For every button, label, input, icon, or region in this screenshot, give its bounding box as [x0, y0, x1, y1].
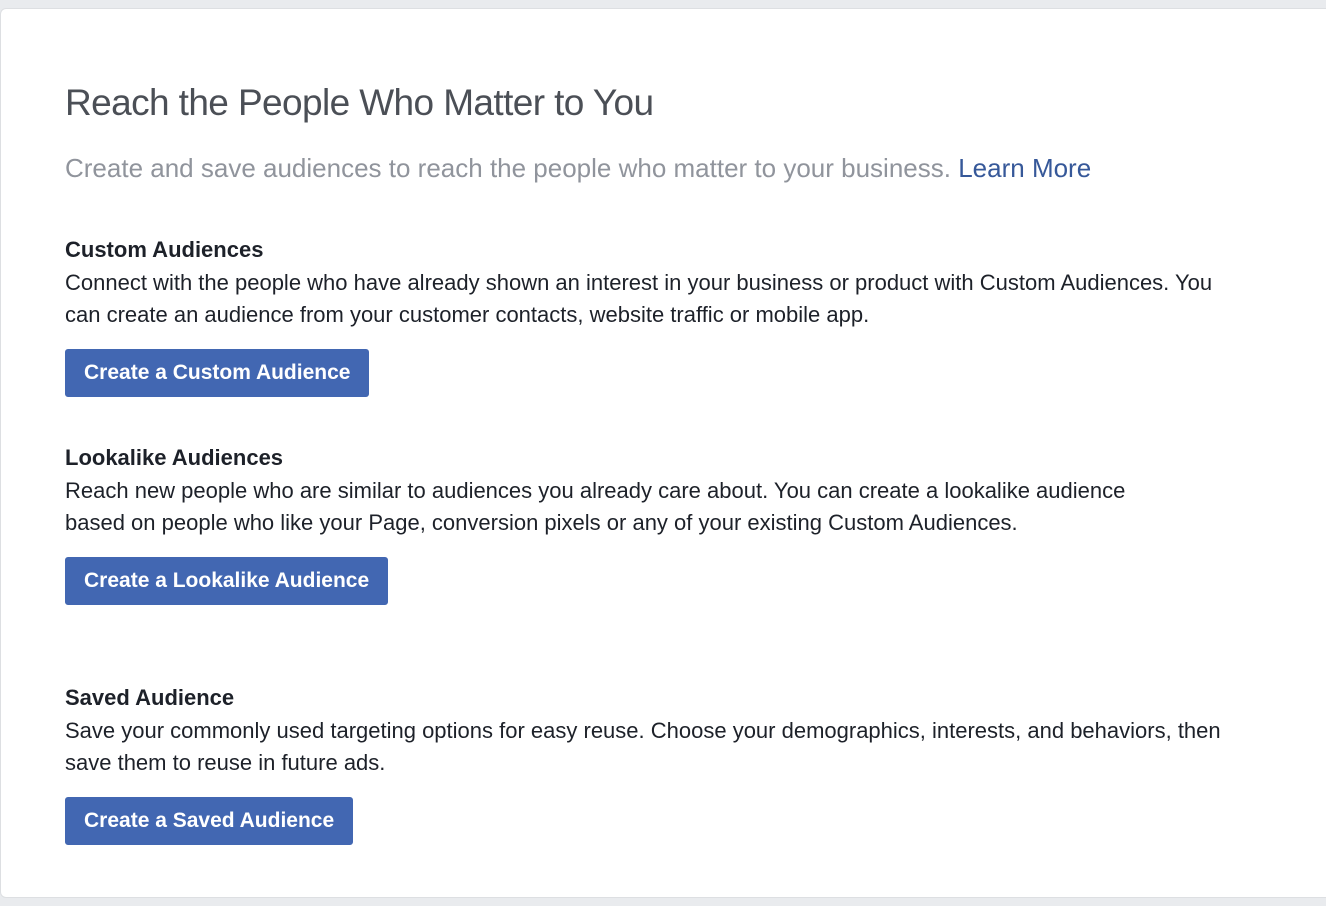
custom-audiences-description: Connect with the people who have already… [65, 270, 1213, 327]
audiences-panel: Reach the People Who Matter to You Creat… [0, 8, 1326, 898]
lookalike-audiences-description: Reach new people who are similar to audi… [65, 478, 1126, 535]
custom-audiences-section: Custom Audiences Connect with the people… [65, 235, 1265, 397]
saved-audience-description: Save your commonly used targeting option… [65, 718, 1221, 775]
lookalike-audiences-title: Lookalike Audiences [65, 445, 284, 470]
page-subtitle: Create and save audiences to reach the p… [65, 151, 1091, 185]
create-lookalike-audience-button[interactable]: Create a Lookalike Audience [65, 557, 389, 605]
page-subtitle-text: Create and save audiences to reach the p… [65, 153, 951, 183]
custom-audiences-title: Custom Audiences [65, 237, 264, 262]
create-custom-audience-button[interactable]: Create a Custom Audience [65, 349, 370, 397]
page-title: Reach the People Who Matter to You [65, 82, 654, 123]
create-saved-audience-button[interactable]: Create a Saved Audience [65, 797, 354, 845]
learn-more-link[interactable]: Learn More [958, 153, 1091, 183]
lookalike-audiences-section: Lookalike Audiences Reach new people who… [65, 443, 1265, 605]
saved-audience-section: Saved Audience Save your commonly used t… [65, 683, 1265, 845]
saved-audience-title: Saved Audience [65, 685, 235, 710]
